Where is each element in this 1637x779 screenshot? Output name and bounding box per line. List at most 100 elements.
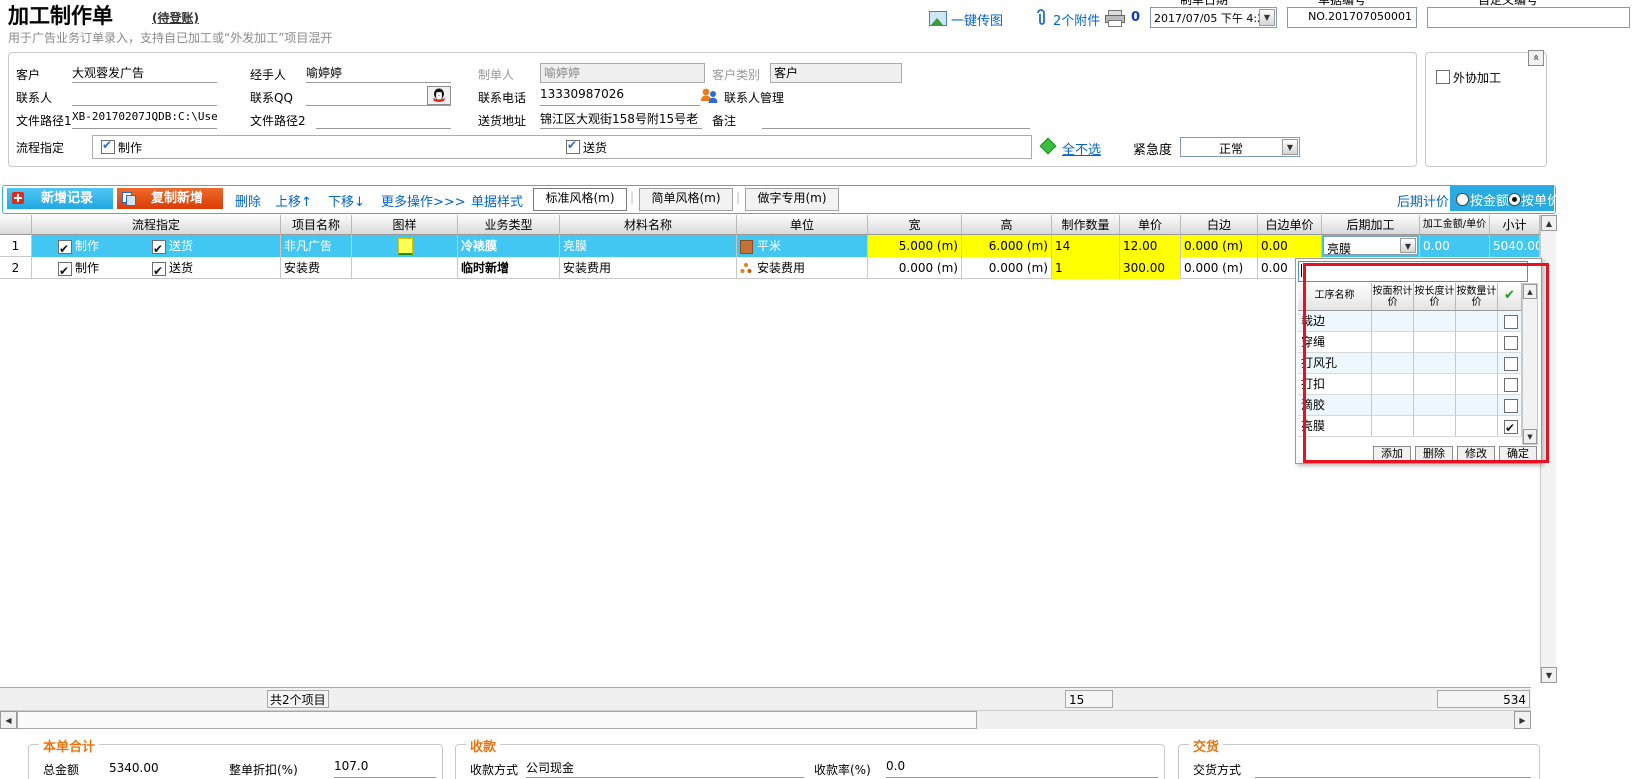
price-cell[interactable]: 12.00 [1120,235,1181,257]
col-biztype[interactable]: 业务类型 [458,215,560,235]
col-image[interactable]: 图样 [352,215,458,235]
scroll-left-icon[interactable]: ◀ [0,711,17,729]
grid-vscrollbar[interactable]: ▲ ▼ [1522,283,1538,445]
popup-modify-button[interactable]: 修改 [1457,446,1495,461]
process-checkbox[interactable] [1504,399,1518,413]
process-row[interactable]: 亮膜 [1298,416,1522,437]
doc-no-field[interactable]: NO.201707050001 [1287,7,1417,28]
process-checkbox[interactable] [1504,336,1518,350]
col-postprocess[interactable]: 后期加工 [1322,215,1420,235]
scrollbar-thumb[interactable] [17,711,977,729]
outsource-checkbox[interactable] [1436,70,1450,84]
phone-field[interactable]: 13330987026 [540,87,700,106]
collapse-panel-button[interactable]: « [1528,50,1544,66]
col-unit[interactable]: 单位 [737,215,868,235]
printer-icon[interactable] [1105,10,1125,27]
path2-field[interactable] [316,110,451,129]
process-checkbox[interactable] [1504,315,1518,329]
process-row[interactable]: 穿绳 [1298,332,1522,353]
image-cell[interactable] [352,257,458,279]
margin-cell[interactable]: 0.000 (m) [1181,235,1258,257]
style-standard-button[interactable]: 标准风格(m) [533,188,627,211]
payment-rate-field[interactable]: 0.0 [886,759,1158,778]
make-checkbox[interactable] [58,260,72,279]
col-margin[interactable]: 白边 [1181,215,1258,235]
discount-field[interactable]: 107.0 [334,759,436,778]
grid-col-name[interactable]: 工序名称 [1298,283,1372,311]
process-checkbox[interactable] [1504,418,1518,436]
price-cell[interactable]: 300.00 [1120,257,1181,279]
process-row[interactable]: 滴胶 [1298,395,1522,416]
process-checkbox[interactable] [1504,378,1518,392]
table-vscrollbar[interactable]: ▲ ▼ [1540,215,1557,683]
flow-deliver-checkbox[interactable] [566,138,580,154]
scroll-down-icon[interactable]: ▼ [1541,667,1557,683]
delete-button[interactable]: 删除 [235,191,261,210]
process-amount-cell[interactable]: 0.00 [1420,235,1490,257]
send-image-button[interactable]: 一键传图 [951,10,1003,29]
by-amount-radio[interactable] [1456,193,1469,206]
height-cell[interactable]: 6.000 (m) [962,235,1052,257]
margin-price-cell[interactable]: 0.00 [1258,235,1322,257]
move-down-button[interactable]: 下移↓ [328,191,365,210]
later-pricing-link[interactable]: 后期计价 [1397,191,1449,210]
move-up-button[interactable]: 上移↑ [275,191,312,210]
handler-field[interactable]: 喻婷婷 [306,64,451,83]
pending-posting-link[interactable]: (待登账) [152,9,199,26]
width-cell[interactable]: 0.000 (m) [868,257,962,279]
attachments-button[interactable]: 2个附件 [1053,10,1100,29]
qty-cell[interactable]: 1 [1052,257,1120,279]
scroll-up-icon[interactable]: ▲ [1541,215,1557,231]
popup-delete-button[interactable]: 删除 [1415,446,1453,461]
delivery-method-field[interactable] [1255,759,1531,778]
chevron-down-icon[interactable]: ▼ [1282,139,1298,155]
urgency-select[interactable]: 正常 ▼ [1180,137,1300,157]
deliver-checkbox[interactable] [152,260,166,279]
col-margin-price[interactable]: 白边单价 [1258,215,1322,235]
col-price[interactable]: 单价 [1120,215,1181,235]
make-checkbox[interactable] [58,238,72,257]
col-width[interactable]: 宽 [868,215,962,235]
more-actions-button[interactable]: 更多操作>>> [381,191,466,210]
scroll-right-icon[interactable]: ▶ [1514,711,1531,729]
grid-col-length[interactable]: 按长度计价 [1414,283,1456,311]
image-cell[interactable] [352,235,458,257]
doc-date-field[interactable]: 2017/07/05 下午 4:27 ▼ [1150,7,1277,28]
by-unit-radio[interactable] [1508,193,1521,206]
qq-button[interactable] [427,86,451,105]
col-material[interactable]: 材料名称 [560,215,737,235]
copy-add-button[interactable]: 复制新增 [117,188,223,209]
table-row[interactable]: 1 制作 送货 非凡广告 冷裱膜 亮膜 平米 5.000 (m) 6.000 (… [0,235,1556,257]
process-row[interactable]: 裁边 [1298,311,1522,332]
contact-mgmt-button[interactable]: 联系人管理 [724,89,784,106]
qty-cell[interactable]: 14 [1052,235,1120,257]
chevron-down-icon[interactable]: ▼ [1400,238,1416,253]
process-filter-input[interactable] [1298,261,1528,282]
process-row[interactable]: 打风孔 [1298,353,1522,374]
custom-no-field[interactable] [1427,7,1630,28]
add-record-button[interactable]: 新增记录 [7,188,113,209]
grid-col-qty[interactable]: 按数量计价 [1456,283,1498,311]
popup-add-button[interactable]: 添加 [1373,446,1411,461]
col-process-amount[interactable]: 加工金额/单价 [1420,215,1490,235]
postprocess-select[interactable]: 亮膜 ▼ [1323,236,1418,256]
width-cell[interactable]: 5.000 (m) [868,235,962,257]
grid-col-area[interactable]: 按面积计价 [1372,283,1414,311]
col-subtotal[interactable]: 小计 [1490,215,1540,235]
note-field[interactable] [762,110,1030,129]
deliver-checkbox[interactable] [152,238,166,257]
scroll-up-icon[interactable]: ▲ [1523,284,1537,299]
path1-field[interactable]: XB-20170207JQDB:C:\Users [72,110,217,129]
col-qty[interactable]: 制作数量 [1052,215,1120,235]
process-row[interactable]: 打扣 [1298,374,1522,395]
height-cell[interactable]: 0.000 (m) [962,257,1052,279]
col-project[interactable]: 项目名称 [281,215,352,235]
contact-field[interactable] [72,87,217,106]
thumbnail-icon[interactable] [398,238,413,255]
margin-cell[interactable]: 0.000 (m) [1181,257,1258,279]
address-field[interactable]: 锦江区大观街158号附15号老 [540,110,702,129]
payment-method-field[interactable]: 公司现金 [526,759,804,778]
col-flow[interactable]: 流程指定 [32,215,281,235]
style-simple-button[interactable]: 简单风格(m) [639,188,733,211]
process-checkbox[interactable] [1504,357,1518,371]
